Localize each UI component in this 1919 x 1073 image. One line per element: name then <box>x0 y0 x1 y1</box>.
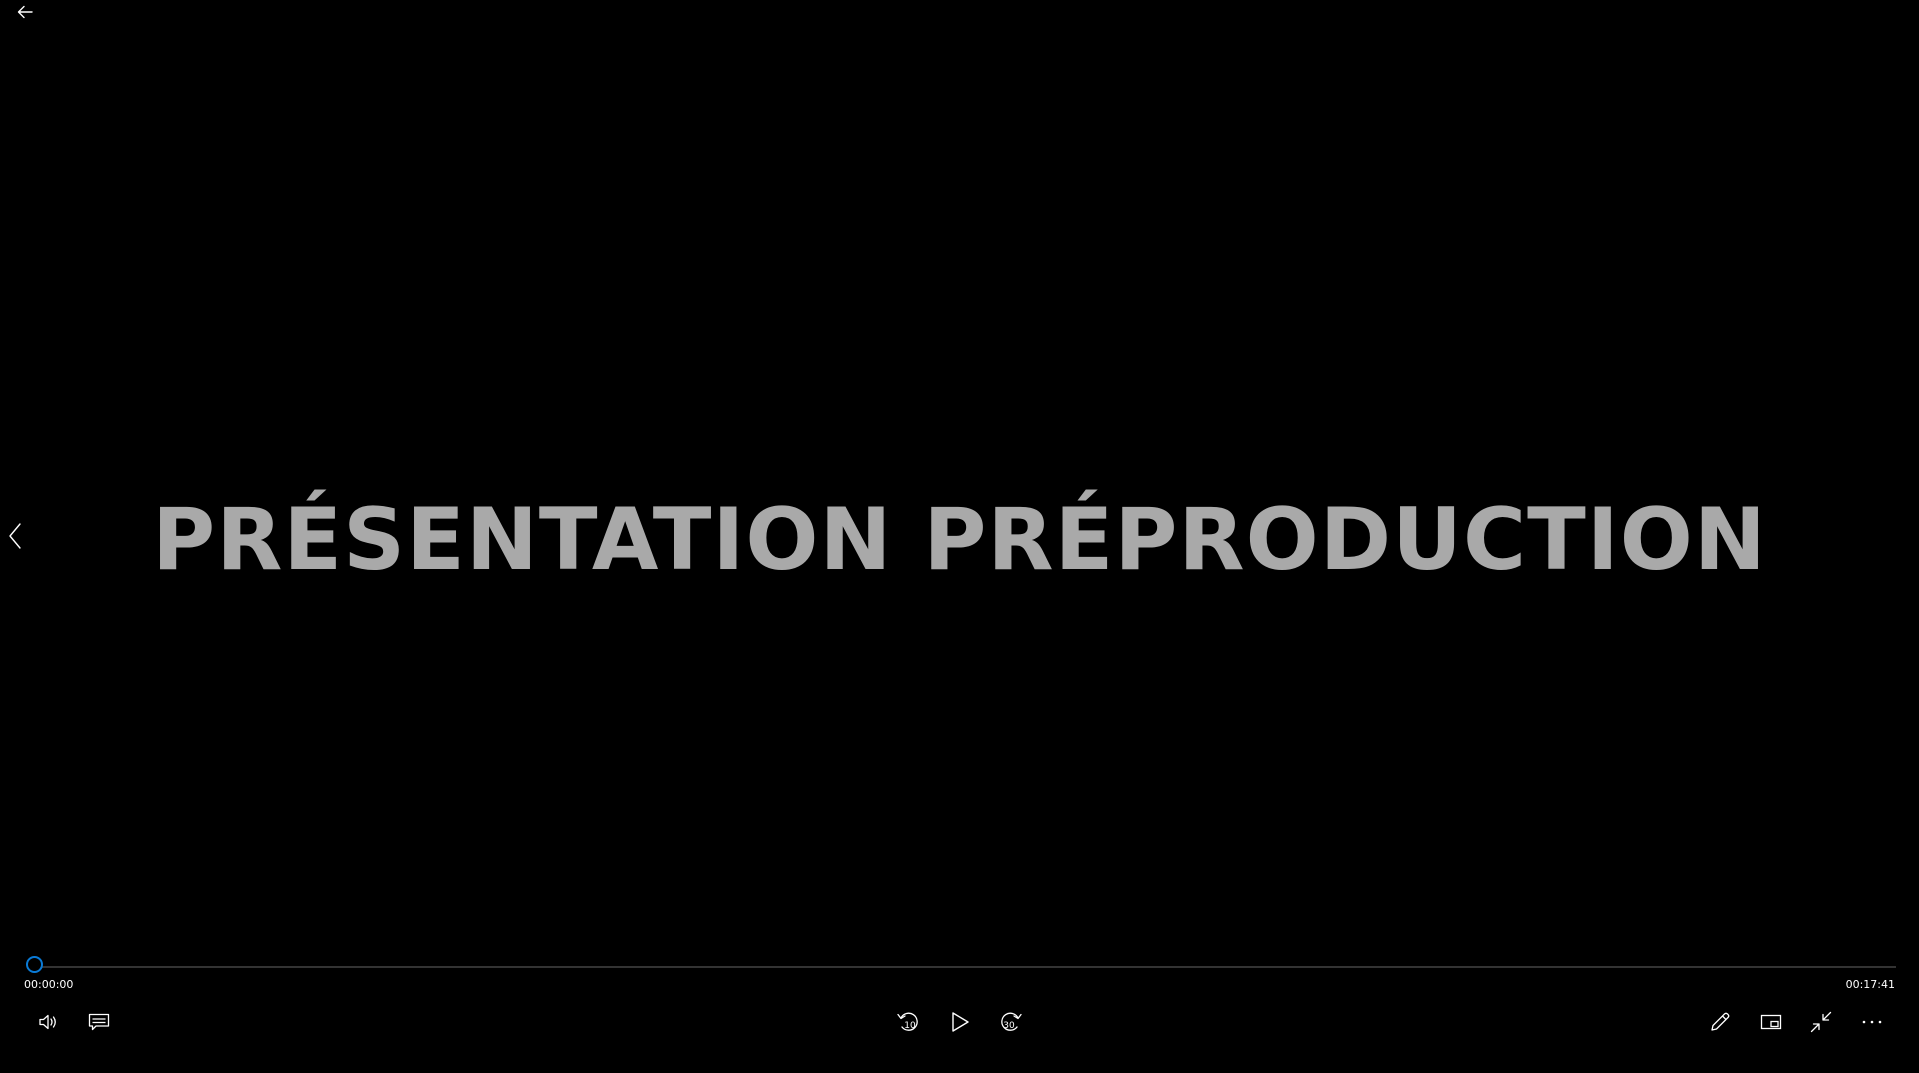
skip-back-label: 10 <box>904 1021 916 1031</box>
mini-view-button[interactable] <box>1754 1005 1788 1039</box>
skip-forward-30-icon: 30 <box>1001 1012 1022 1031</box>
exit-fullscreen-icon <box>1810 1011 1832 1033</box>
back-button[interactable] <box>10 0 40 24</box>
play-icon <box>952 1012 969 1032</box>
volume-button[interactable] <box>32 1005 66 1039</box>
skip-back-button[interactable]: 10 <box>892 1005 926 1039</box>
exit-fullscreen-button[interactable] <box>1804 1005 1838 1039</box>
seek-bar-track[interactable] <box>34 966 1896 968</box>
skip-forward-label: 30 <box>1003 1021 1015 1031</box>
arrow-left-icon <box>17 5 33 19</box>
skip-forward-button[interactable]: 30 <box>993 1005 1027 1039</box>
current-time: 00:00:00 <box>24 978 74 991</box>
mini-view-icon <box>1760 1014 1782 1030</box>
video-title-text: PRÉSENTATION PRÉPRODUCTION <box>152 490 1767 590</box>
play-button[interactable] <box>943 1005 977 1039</box>
media-player: PRÉSENTATION PRÉPRODUCTION 00:00:00 00:1… <box>0 0 1919 1073</box>
edit-button[interactable] <box>1703 1005 1737 1039</box>
skip-back-10-icon: 10 <box>897 1012 918 1031</box>
volume-icon <box>39 1014 56 1030</box>
captions-button[interactable] <box>82 1005 116 1039</box>
seek-bar-thumb[interactable] <box>25 956 43 973</box>
previous-button[interactable] <box>2 518 28 554</box>
captions-icon <box>88 1013 110 1031</box>
chevron-left-icon <box>9 523 21 549</box>
total-time: 00:17:41 <box>1845 978 1895 991</box>
more-icon <box>1862 1020 1882 1024</box>
video-frame[interactable]: PRÉSENTATION PRÉPRODUCTION <box>0 0 1919 1073</box>
more-button[interactable] <box>1855 1005 1889 1039</box>
pencil-icon <box>1711 1012 1730 1031</box>
